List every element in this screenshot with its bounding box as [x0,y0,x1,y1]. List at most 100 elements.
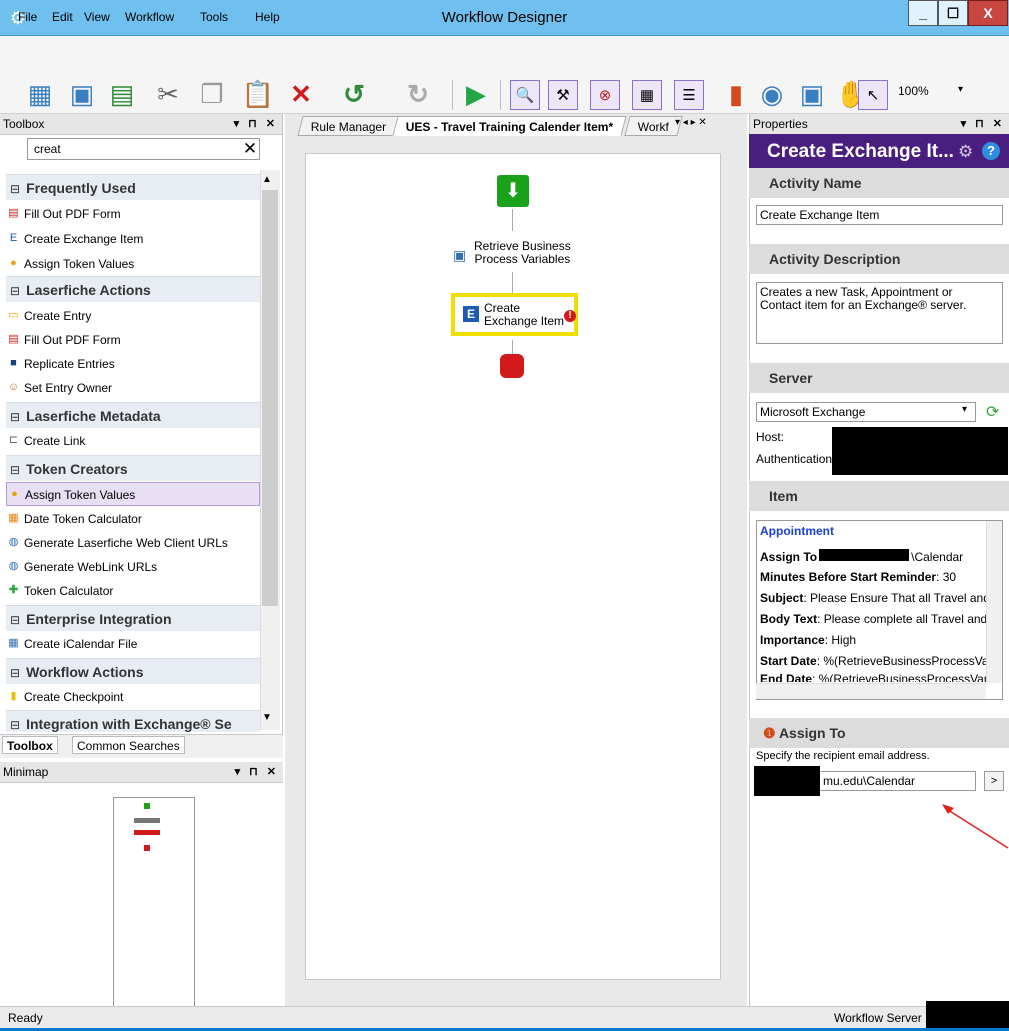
toolbox-item-entry-owner[interactable]: ☺ Set Entry Owner [6,376,260,400]
menu-file[interactable]: File [18,10,37,26]
status-text: Ready [8,1011,43,1025]
item-row-start-date: Start Date: %(RetrieveBusinessProcessVai [760,654,986,668]
toolbar-separator [500,80,501,110]
menu-workflow[interactable]: Workflow [125,10,174,26]
section-frequently-used[interactable]: ⊟ Frequently Used [6,174,260,200]
refresh-icon[interactable]: ⟳ [986,402,999,422]
item-hscrollbar[interactable] [756,683,986,699]
delete-icon[interactable]: ✕ [283,76,319,112]
item-header: Item [749,481,1009,511]
chart-icon[interactable]: ▮ [718,76,754,112]
menu-tools[interactable]: Tools [200,10,228,26]
section-enterprise-integration[interactable]: ⊟ Enterprise Integration [6,605,260,631]
warning-icon: ❶ [763,725,776,741]
section-workflow-actions[interactable]: ⊟ Workflow Actions [6,658,260,684]
panel-controls[interactable]: ▾ ⊓ ✕ [234,114,278,134]
toolbox-item-assign-token-2[interactable]: ● Assign Token Values [6,482,260,506]
toolbox-item-date-token[interactable]: ▦ Date Token Calculator [6,507,260,531]
copy-icon[interactable]: ❐ [194,76,230,112]
toolbox-search-input[interactable] [27,138,260,160]
assign-to-help: Specify the recipient email address. [756,750,930,762]
menu-view[interactable]: View [84,10,110,26]
help-icon[interactable]: ? [982,142,1000,160]
server-icon[interactable]: ▣ [794,76,830,112]
tab-toolbox[interactable]: Toolbox [2,736,58,754]
undo-icon[interactable]: ↺ [336,76,372,112]
scroll-down-icon[interactable]: ▼ [262,712,272,723]
tab-scroll-icon[interactable]: ▾ ◂ ▸ ✕ [675,117,707,128]
checkpoint-icon: ▮ [10,690,17,702]
run-icon[interactable]: ▶ [458,76,494,112]
activity-description-input[interactable]: Creates a new Task, Appointment or Conta… [756,282,1003,344]
pointer-icon[interactable]: ↖ [858,80,888,110]
workflow-canvas[interactable] [305,153,721,980]
find-icon[interactable]: 🔍 [510,80,540,110]
section-laserfiche-metadata[interactable]: ⊟ Laserfiche Metadata [6,402,260,428]
minimize-button[interactable]: _ [908,0,938,26]
node-retrieve-variables[interactable]: Retrieve Business Process Variables [474,240,571,266]
item-row-subject: Subject: Please Ensure That all Travel a… [760,591,986,605]
panel-controls[interactable]: ▾ ⊓ ✕ [235,762,279,782]
menu-bar [0,36,1009,68]
toolbox-item-checkpoint[interactable]: ▮ Create Checkpoint [6,685,260,709]
new-workflow-icon[interactable]: ▦ [22,76,58,112]
minimap-node [134,818,160,823]
assign-to-header: ❶ Assign To [749,718,1009,748]
menu-help[interactable]: Help [255,10,280,26]
properties-title: Properties [753,117,808,131]
toolbox-item-token-calculator[interactable]: ✚ Token Calculator [6,579,260,603]
toolbox-item-create-link[interactable]: ⊏ Create Link [6,429,260,453]
node-create-exchange-label: Create Exchange Item [484,301,565,328]
zoom-dropdown-icon[interactable]: ▾ [958,84,963,95]
stop-icon[interactable]: ⊗ [590,80,620,110]
minimap-start-node [144,803,150,809]
end-node-icon[interactable] [500,354,524,378]
paste-icon[interactable]: 📋 [240,76,276,112]
redo-icon[interactable]: ↻ [400,76,436,112]
section-token-creators[interactable]: ⊟ Token Creators [6,455,260,481]
clear-search-icon[interactable]: ✕ [240,138,260,160]
open-workflow-icon[interactable]: ▣ [64,76,100,112]
chevron-down-icon[interactable]: ▾ [962,404,967,415]
panel-controls[interactable]: ▾ ⊓ ✕ [961,114,1005,134]
menu-edit[interactable]: Edit [52,10,73,26]
checklist-icon[interactable]: ☰ [674,80,704,110]
maximize-button[interactable]: ☐ [938,0,968,26]
toolbox-item-web-client-urls[interactable]: ◍ Generate Laserfiche Web Client URLs [6,531,260,555]
tab-rule-manager[interactable]: Rule Manager [297,116,401,136]
toolbox-item-fill-pdf-2[interactable]: ▤ Fill Out PDF Form [6,328,260,352]
deploy-icon[interactable]: ◉ [754,76,790,112]
item-row-assign-to: Assign To \Calendar [760,549,964,564]
exchange-icon: E [463,306,479,322]
tab-travel-training[interactable]: UES - Travel Training Calender Item* [392,116,628,136]
assign-to-browse-button[interactable]: > [984,771,1004,791]
toolbox-scroll-thumb[interactable] [262,190,278,606]
toolbox-item-fill-pdf[interactable]: ▤ Fill Out PDF Form [6,202,260,226]
close-button[interactable]: X [968,0,1008,26]
toolbox-item-create-exchange[interactable]: E Create Exchange Item [6,227,260,251]
save-workflow-icon[interactable]: ▤ [104,76,140,112]
section-exchange-integration[interactable]: ⊟ Integration with Exchange® Se [6,710,260,732]
server-select[interactable]: Microsoft Exchange [756,402,976,422]
toolbox-item-create-entry[interactable]: ▭ Create Entry [6,304,260,328]
grid-icon[interactable]: ▦ [632,80,662,110]
toolbox-item-assign-token[interactable]: ● Assign Token Values [6,252,260,276]
toolbox-item-icalendar[interactable]: ▦ Create iCalendar File [6,632,260,656]
section-laserfiche-actions[interactable]: ⊟ Laserfiche Actions [6,276,260,302]
start-node-icon[interactable]: ⬇ [497,175,529,207]
scroll-up-icon[interactable]: ▲ [262,174,272,185]
gear-icon[interactable]: ⚙ [958,142,973,162]
properties-header: Properties ▾ ⊓ ✕ [750,114,1009,135]
toolbox-item-weblink-urls[interactable]: ◍ Generate WebLink URLs [6,555,260,579]
activity-name-input[interactable]: Create Exchange Item [756,205,1003,225]
cut-icon[interactable]: ✂ [150,76,186,112]
tools-icon[interactable]: ⚒ [548,80,578,110]
zoom-level[interactable]: 100% [898,84,929,98]
item-type: Appointment [760,524,834,538]
error-icon[interactable]: ! [564,310,576,322]
token-icon: ● [11,488,18,500]
toolbox-item-replicate[interactable]: ■ Replicate Entries [6,352,260,376]
item-vscrollbar[interactable] [986,521,1002,683]
owner-icon: ☺ [7,381,20,393]
tab-common-searches[interactable]: Common Searches [72,736,185,754]
